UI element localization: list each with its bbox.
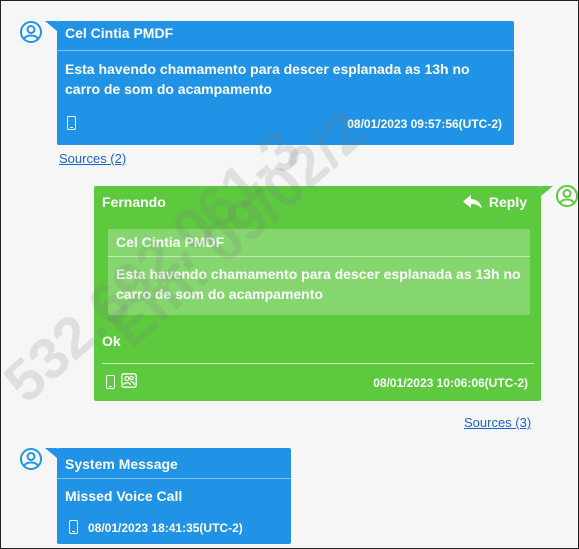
user-avatar-icon bbox=[20, 21, 42, 43]
sender-name: System Message bbox=[65, 456, 178, 472]
bubble-tail bbox=[45, 448, 57, 458]
sender-name: Fernando bbox=[102, 194, 166, 210]
phone-icon bbox=[69, 520, 78, 534]
quoted-message: Cel Cintia PMDF Esta havendo chamamento … bbox=[108, 229, 530, 315]
chat-container: Cel Cintia PMDF Esta havendo chamamento … bbox=[0, 0, 579, 549]
user-avatar-icon bbox=[556, 185, 578, 207]
sender-name: Cel Cintia PMDF bbox=[65, 25, 174, 41]
reply-button[interactable]: Reply bbox=[462, 194, 527, 210]
quote-divider bbox=[108, 256, 530, 257]
message-timestamp: 08/01/2023 18:41:35(UTC-2) bbox=[88, 521, 243, 535]
reply-icon bbox=[462, 195, 482, 209]
message-bubble: System Message Missed Voice Call 08/01/2… bbox=[57, 448, 291, 544]
phone-icon bbox=[67, 116, 76, 130]
sources-link[interactable]: Sources (3) bbox=[464, 415, 531, 430]
quoted-text: Esta havendo chamamento para descer espl… bbox=[116, 266, 521, 302]
message-text: Missed Voice Call bbox=[65, 488, 183, 504]
footer-divider bbox=[102, 363, 534, 364]
message-bubble: Cel Cintia PMDF Esta havendo chamamento … bbox=[57, 21, 514, 145]
user-avatar-icon bbox=[20, 448, 42, 470]
group-icon bbox=[121, 373, 137, 388]
bubble-tail bbox=[45, 21, 57, 31]
quoted-sender: Cel Cintia PMDF bbox=[116, 234, 225, 250]
header-divider bbox=[57, 478, 291, 479]
message-bubble: Fernando Reply Cel Cintia PMDF Esta have… bbox=[94, 186, 541, 401]
sources-link[interactable]: Sources (2) bbox=[59, 151, 126, 166]
message-text: Esta havendo chamamento para descer espl… bbox=[65, 61, 470, 97]
bubble-tail bbox=[541, 186, 553, 196]
phone-icon bbox=[106, 375, 115, 389]
header-divider bbox=[57, 50, 514, 51]
message-text: Ok bbox=[102, 333, 121, 349]
reply-label: Reply bbox=[488, 194, 527, 210]
message-timestamp: 08/01/2023 10:06:06(UTC-2) bbox=[373, 376, 528, 390]
message-timestamp: 08/01/2023 09:57:56(UTC-2) bbox=[347, 117, 502, 131]
